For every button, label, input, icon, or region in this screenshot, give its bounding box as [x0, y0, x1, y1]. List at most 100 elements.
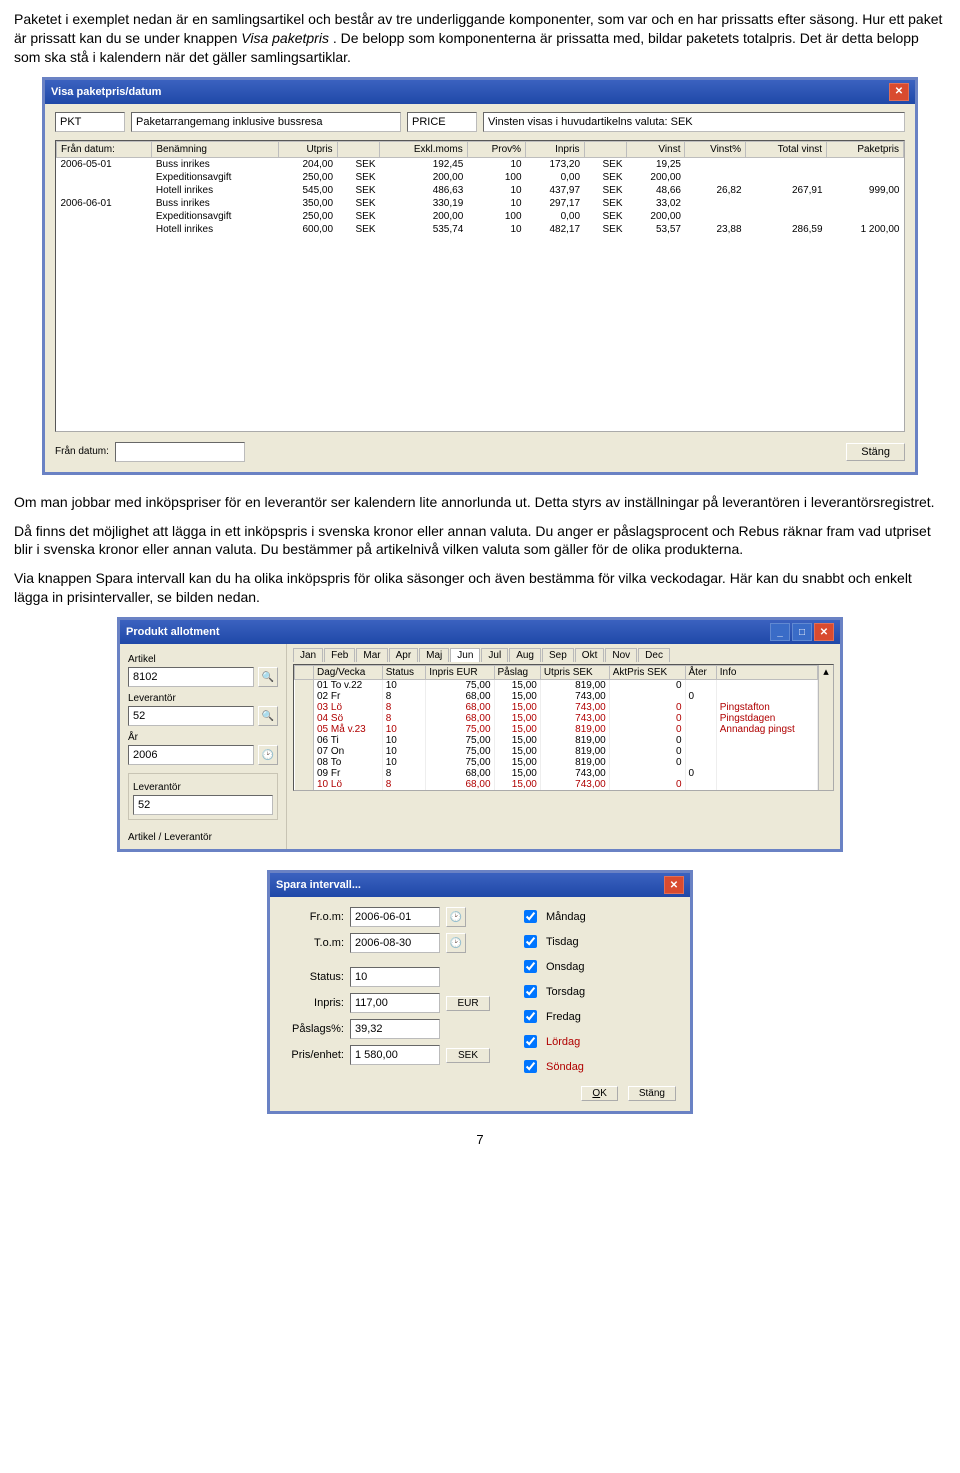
table-row[interactable]: 03 Lö868,0015,00743,000Pingstafton — [295, 702, 818, 713]
table-row[interactable]: 05 Må v.231075,0015,00819,000Annandag pi… — [295, 724, 818, 735]
lev-label: Leverantör — [128, 693, 278, 704]
code-field[interactable]: PKT — [55, 112, 125, 132]
from-date-input[interactable] — [115, 442, 245, 462]
checkbox[interactable] — [524, 935, 537, 948]
table-row: 2006-05-01Buss inrikes204,00SEK192,45101… — [57, 157, 904, 171]
column-header — [584, 141, 626, 157]
maximize-icon[interactable]: □ — [792, 623, 812, 641]
pris-unit[interactable]: SEK — [446, 1048, 490, 1063]
day-label: Tisdag — [546, 936, 579, 948]
lev2-label: Leverantör — [133, 782, 273, 793]
clock-icon[interactable]: 🕑 — [446, 907, 466, 927]
close-icon[interactable]: ✕ — [814, 623, 834, 641]
tab-jul[interactable]: Jul — [481, 648, 508, 662]
day-checkbox[interactable]: Torsdag — [520, 982, 586, 1001]
to-label: T.o.m: — [284, 937, 344, 949]
day-checkbox[interactable]: Fredag — [520, 1007, 586, 1026]
table-row[interactable]: 07 On1075,0015,00819,000 — [295, 746, 818, 757]
checkbox[interactable] — [524, 1010, 537, 1023]
minimize-icon[interactable]: _ — [770, 623, 790, 641]
artikel-input[interactable]: 8102 — [128, 667, 254, 687]
table-row[interactable]: 10 Lö868,0015,00743,000 — [295, 779, 818, 790]
tab-apr[interactable]: Apr — [389, 648, 419, 662]
tab-nov[interactable]: Nov — [605, 648, 637, 662]
tab-jan[interactable]: Jan — [293, 648, 323, 662]
table-row[interactable]: 06 Ti1075,0015,00819,000 — [295, 735, 818, 746]
ar-input[interactable]: 2006 — [128, 745, 254, 765]
column-header: Exkl.moms — [380, 141, 468, 157]
to-input[interactable]: 2006-08-30 — [350, 933, 440, 953]
tab-mar[interactable]: Mar — [356, 648, 387, 662]
price-table: Från datum:BenämningUtpris Exkl.momsProv%… — [55, 140, 905, 432]
artikel-label: Artikel — [128, 654, 278, 665]
table-row[interactable]: 02 Fr868,0015,00743,000 — [295, 691, 818, 702]
inpris-input[interactable]: 117,00 — [350, 993, 440, 1013]
tab-jun[interactable]: Jun — [450, 648, 480, 662]
close-button[interactable]: Stäng — [628, 1086, 676, 1101]
table-row[interactable]: 04 Sö868,0015,00743,000Pingstdagen — [295, 713, 818, 724]
inpris-unit[interactable]: EUR — [446, 996, 490, 1011]
checkbox[interactable] — [524, 1060, 537, 1073]
p1b: Visa paketpris — [241, 30, 329, 46]
checkbox[interactable] — [524, 985, 537, 998]
name-field[interactable]: Paketarrangemang inklusive bussresa — [131, 112, 401, 132]
pris-input[interactable]: 1 580,00 — [350, 1045, 440, 1065]
column-header: Vinst% — [685, 141, 746, 157]
search-icon[interactable]: 🔍 — [258, 667, 278, 687]
paragraph-3: Då finns det möjlighet att lägga in ett … — [14, 522, 946, 560]
search-icon[interactable]: 🔍 — [258, 706, 278, 726]
column-header: Total vinst — [746, 141, 827, 157]
close-icon[interactable]: ✕ — [889, 83, 909, 101]
tab-okt[interactable]: Okt — [575, 648, 605, 662]
tab-dec[interactable]: Dec — [638, 648, 670, 662]
allotment-grid: Dag/VeckaStatusInpris EURPåslagUtpris SE… — [293, 664, 834, 791]
paslag-label: Påslags%: — [284, 1023, 344, 1035]
table-row[interactable]: 01 To v.221075,0015,00819,000 — [295, 680, 818, 692]
table-row: Hotell inrikes545,00SEK486,6310437,97SEK… — [57, 184, 904, 197]
tab-aug[interactable]: Aug — [509, 648, 541, 662]
column-header: Utpris — [279, 141, 337, 157]
clock-icon[interactable]: 🕑 — [446, 933, 466, 953]
column-header: Från datum: — [57, 141, 152, 157]
column-header: Benämning — [152, 141, 279, 157]
checkbox[interactable] — [524, 960, 537, 973]
ok-button[interactable]: OK — [581, 1086, 617, 1101]
left-panel: Artikel 8102 🔍 Leverantör 52 🔍 År 2006 🕑… — [120, 644, 287, 849]
column-header: Prov% — [467, 141, 525, 157]
column-header: Vinst — [627, 141, 685, 157]
day-checkbox[interactable]: Lördag — [520, 1032, 586, 1051]
window-spara-intervall: Spara intervall... ✕ Fr.o.m: 2006-06-01 … — [267, 870, 693, 1114]
day-checkbox[interactable]: Tisdag — [520, 932, 586, 951]
lev2-input[interactable]: 52 — [133, 795, 273, 815]
column-header: Info — [716, 666, 817, 680]
from-label: Fr.o.m: — [284, 911, 344, 923]
day-checkbox[interactable]: Onsdag — [520, 957, 586, 976]
checkbox[interactable] — [524, 1035, 537, 1048]
tab-feb[interactable]: Feb — [324, 648, 355, 662]
column-header: Påslag — [494, 666, 540, 680]
scrollbar[interactable]: ▴ — [818, 665, 833, 790]
table-row[interactable]: 09 Fr868,0015,00743,000 — [295, 768, 818, 779]
price-label-field[interactable]: PRICE — [407, 112, 477, 132]
table-row: 2006-06-01Buss inrikes350,00SEK330,19102… — [57, 197, 904, 210]
tab-maj[interactable]: Maj — [419, 648, 449, 662]
close-button[interactable]: Stäng — [846, 443, 905, 461]
checkbox[interactable] — [524, 910, 537, 923]
day-checkbox[interactable]: Söndag — [520, 1057, 586, 1076]
day-checkbox[interactable]: Måndag — [520, 907, 586, 926]
note-field[interactable]: Vinsten visas i huvudartikelns valuta: S… — [483, 112, 905, 132]
close-icon[interactable]: ✕ — [664, 876, 684, 894]
right-panel: JanFebMarAprMajJunJulAugSepOktNovDec Dag… — [287, 644, 840, 849]
from-input[interactable]: 2006-06-01 — [350, 907, 440, 927]
clock-icon[interactable]: 🕑 — [258, 745, 278, 765]
status-input[interactable]: 10 — [350, 967, 440, 987]
paslag-input[interactable]: 39,32 — [350, 1019, 440, 1039]
month-tabs: JanFebMarAprMajJunJulAugSepOktNovDec — [293, 648, 834, 662]
lev-input[interactable]: 52 — [128, 706, 254, 726]
table-row[interactable]: 08 To1075,0015,00819,000 — [295, 757, 818, 768]
day-label: Söndag — [546, 1061, 584, 1073]
ar-label: År — [128, 732, 278, 743]
day-label: Torsdag — [546, 986, 585, 998]
tab-sep[interactable]: Sep — [542, 648, 574, 662]
window-title: Produkt allotment — [126, 626, 220, 638]
